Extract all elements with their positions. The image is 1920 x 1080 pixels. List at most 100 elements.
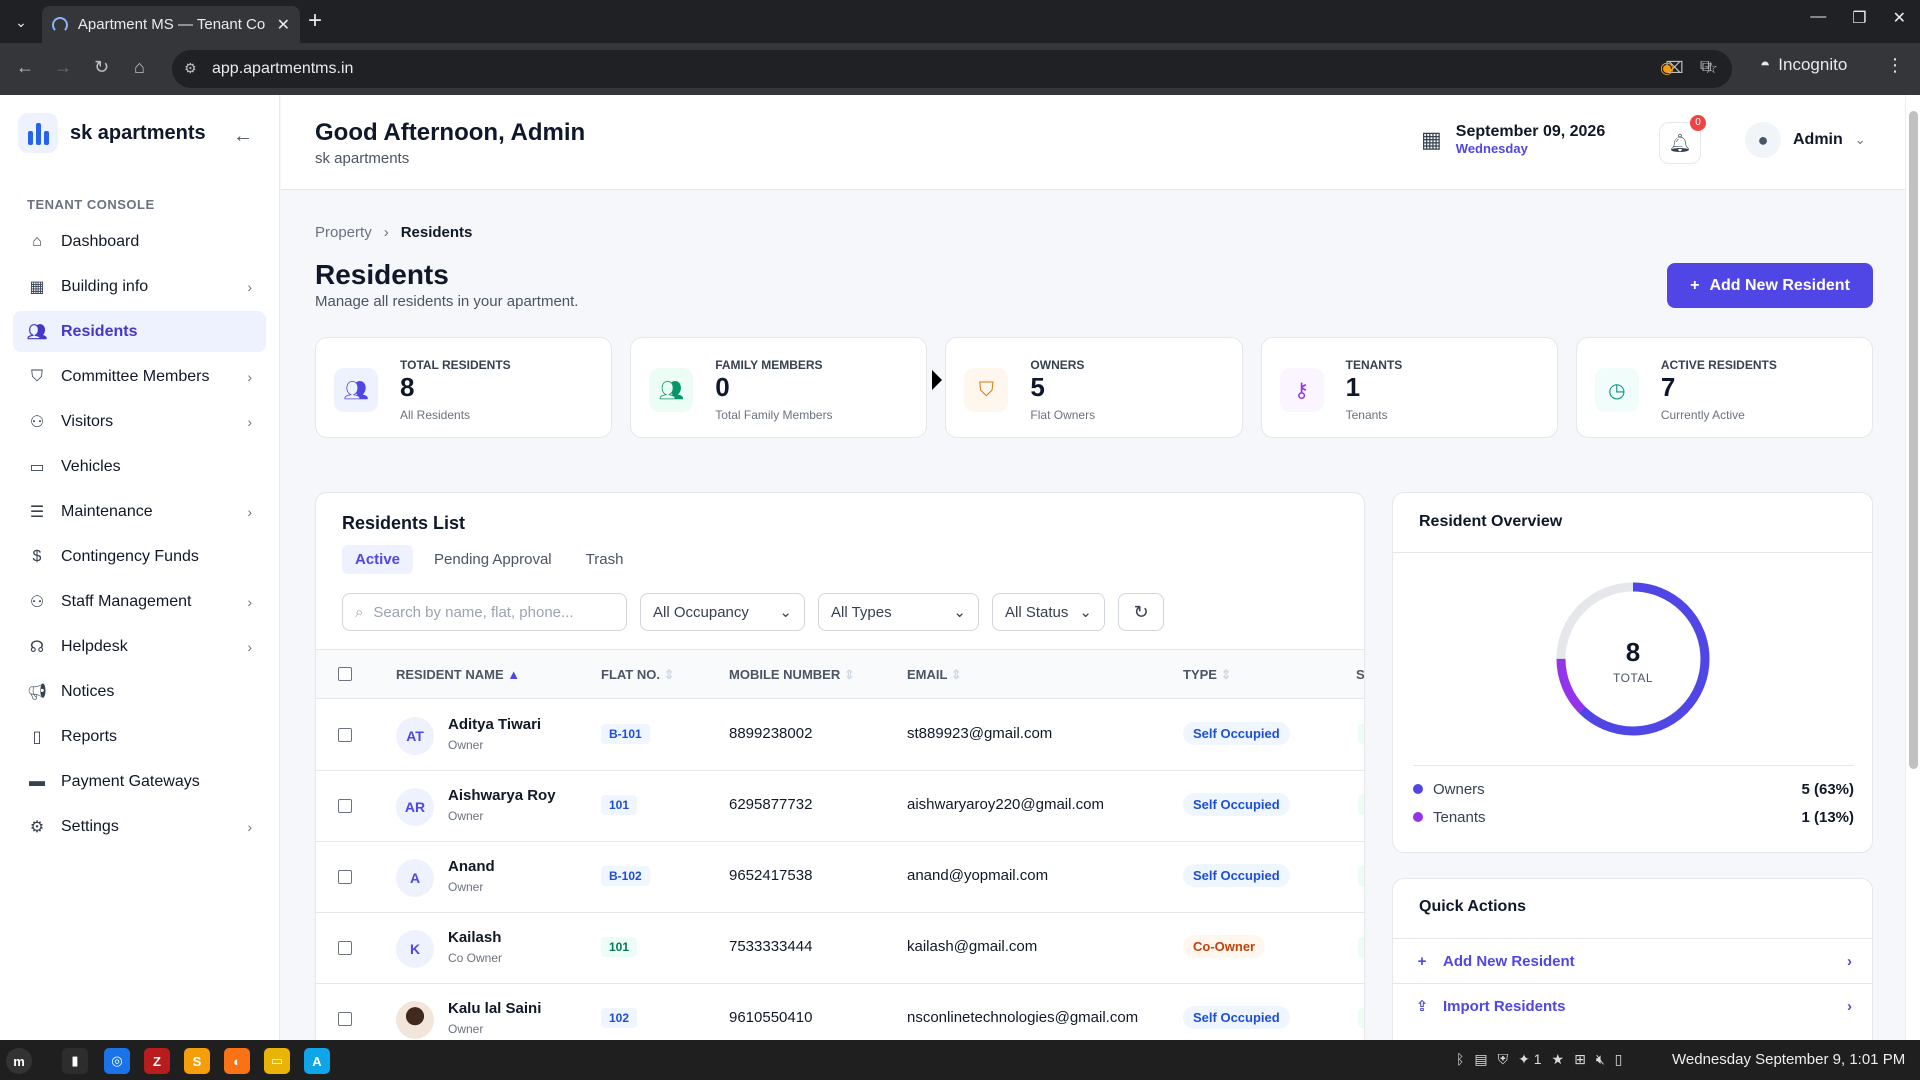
stat-hint: Tenants xyxy=(1345,408,1388,422)
app-icon[interactable]: A xyxy=(304,1048,330,1074)
new-tab-icon[interactable]: + xyxy=(308,8,322,34)
back-arrow-icon[interactable]: ← xyxy=(16,57,34,78)
chevron-right-icon: › xyxy=(247,413,252,430)
search-input[interactable]: ⌕ Search by name, flat, phone... xyxy=(342,593,627,631)
sidebar-item-reports[interactable]: ▯ Reports xyxy=(13,716,266,757)
network-icon[interactable]: ⊞ xyxy=(1574,1051,1586,1068)
sidebar-item-payment-gateways[interactable]: ▬ Payment Gateways xyxy=(13,761,266,802)
clipboard-icon[interactable]: ▤ xyxy=(1474,1051,1487,1068)
chrome-icon[interactable]: ◎ xyxy=(104,1048,130,1074)
row-checkbox[interactable] xyxy=(338,799,352,813)
extension-color-icon[interactable]: ◉ xyxy=(1660,58,1674,78)
column-header-name[interactable]: RESIDENT NAME ▲ xyxy=(396,667,520,682)
type-badge: Self Occupied xyxy=(1183,864,1290,887)
row-checkbox[interactable] xyxy=(338,870,352,884)
donut-total-label: TOTAL xyxy=(1612,671,1654,685)
column-header-mobile[interactable]: MOBILE NUMBER ⇕ xyxy=(729,667,855,683)
site-info-icon[interactable]: ⚙ xyxy=(184,60,197,77)
user-menu[interactable]: ● Admin ⌄ xyxy=(1745,122,1866,158)
stat-hint: Currently Active xyxy=(1660,408,1745,422)
sublime-icon[interactable]: S xyxy=(184,1048,210,1074)
table-row[interactable]: AR Aishwarya Roy Owner 101 6295877732 ai… xyxy=(316,771,1364,842)
row-checkbox[interactable] xyxy=(338,941,352,955)
refresh-button[interactable]: ↻ xyxy=(1118,593,1164,631)
row-checkbox[interactable] xyxy=(338,1012,352,1026)
type-filter-select[interactable]: All Types ⌄ xyxy=(818,593,979,631)
filezilla-icon[interactable]: Z xyxy=(144,1048,170,1074)
column-header-status[interactable]: S xyxy=(1356,667,1364,682)
sidebar-item-vehicles[interactable]: ▭ Vehicles xyxy=(13,446,266,487)
start-menu-icon[interactable]: m xyxy=(6,1048,32,1074)
sidebar-item-settings[interactable]: ⚙ Settings › xyxy=(13,806,266,847)
stat-card-active-residents: ◷ ACTIVE RESIDENTS 7 Currently Active xyxy=(1575,337,1874,438)
page-scrollbar[interactable] xyxy=(1905,95,1920,1040)
tab-pending-approval[interactable]: Pending Approval xyxy=(421,545,565,574)
key-icon: ⚷ xyxy=(1279,368,1324,412)
firefox-icon[interactable]: ◐ xyxy=(224,1048,250,1074)
tab-close-icon[interactable]: ✕ xyxy=(277,15,290,35)
column-header-type[interactable]: TYPE ⇕ xyxy=(1183,667,1232,683)
sidebar-item-contingency-funds[interactable]: $ Contingency Funds xyxy=(13,536,266,577)
residents-list-card: Residents List Active Pending Approval Tra… xyxy=(315,492,1365,1052)
flat-badge: B-102 xyxy=(601,866,650,886)
sidebar-item-committee-members[interactable]: ⛉ Committee Members › xyxy=(13,356,266,397)
resident-name[interactable]: Aishwarya Roy xyxy=(448,787,556,804)
notification-icon[interactable]: ✦ 1 xyxy=(1518,1051,1541,1068)
browser-tab[interactable]: Apartment MS — Tenant Co ✕ xyxy=(42,6,300,43)
scrollbar-thumb[interactable] xyxy=(1909,111,1918,769)
flat-badge: 101 xyxy=(601,937,638,957)
column-header-flat[interactable]: FLAT NO. ⇕ xyxy=(601,667,675,683)
collapse-sidebar-icon[interactable]: ← xyxy=(233,125,253,148)
reload-icon[interactable]: ↻ xyxy=(94,57,109,78)
maximize-icon[interactable]: ❐ xyxy=(1852,8,1866,28)
browser-menu-icon[interactable]: ⋮ xyxy=(1886,55,1904,76)
extensions-puzzle-icon[interactable]: ⧉ xyxy=(1700,58,1711,76)
sidebar-item-staff-management[interactable]: ⚇ Staff Management › xyxy=(13,581,266,622)
table-row[interactable]: AT Aditya Tiwari Owner B-101 8899238002 … xyxy=(316,700,1364,771)
forward-arrow-icon[interactable]: → xyxy=(54,57,72,78)
star-icon[interactable]: ★ xyxy=(1552,1051,1565,1068)
window-close-icon[interactable]: ✕ xyxy=(1893,8,1906,28)
resident-name[interactable]: Anand xyxy=(448,858,495,875)
home-icon[interactable]: ⌂ xyxy=(134,57,145,78)
files-icon[interactable]: ▭ xyxy=(264,1048,290,1074)
address-bar[interactable]: ⚙ app.apartmentms.in ⌧ ☆ xyxy=(172,50,1732,88)
bluetooth-icon[interactable]: ᛒ xyxy=(1456,1051,1464,1068)
tab-active[interactable]: Active xyxy=(342,545,414,574)
sidebar-item-residents[interactable]: 👥︎ Residents xyxy=(13,311,266,352)
sidebar-item-dashboard[interactable]: ⌂ Dashboard xyxy=(13,221,266,262)
staff-icon: ⚇ xyxy=(29,593,45,611)
incognito-indicator[interactable]: ◓ Incognito xyxy=(1760,55,1847,75)
notifications-button[interactable]: 🔔︎ 0 xyxy=(1659,115,1706,164)
sidebar-item-building-info[interactable]: ▦ Building info › xyxy=(13,266,266,307)
taskbar-clock[interactable]: Wednesday September 9, 1:01 PM xyxy=(1672,1051,1905,1068)
resident-name[interactable]: Aditya Tiwari xyxy=(448,716,541,733)
tab-list-chevron-icon[interactable]: ⌄ xyxy=(8,10,34,34)
occupancy-filter-select[interactable]: All Occupancy ⌄ xyxy=(640,593,805,631)
table-row[interactable]: K Kailash Co Owner 101 7533333444 kailas… xyxy=(316,913,1364,984)
sidebar-item-notices[interactable]: 📢︎ Notices xyxy=(13,671,266,712)
tab-trash[interactable]: Trash xyxy=(573,545,637,574)
sidebar-item-helpdesk[interactable]: ☊ Helpdesk › xyxy=(13,626,266,667)
resident-name[interactable]: Kailash xyxy=(448,929,501,946)
quick-action-add-resident[interactable]: + Add New Resident › xyxy=(1393,938,1872,983)
breadcrumb-parent[interactable]: Property xyxy=(315,224,372,241)
minimize-icon[interactable]: — xyxy=(1810,8,1826,28)
battery-icon[interactable]: ▯ xyxy=(1615,1051,1623,1068)
brand[interactable]: sk apartments xyxy=(18,113,206,153)
select-all-checkbox[interactable] xyxy=(338,667,352,681)
resident-name[interactable]: Kalu lal Saini xyxy=(448,1000,541,1017)
shield-icon[interactable]: ⛨ xyxy=(1498,1051,1509,1068)
status-filter-select[interactable]: All Status ⌄ xyxy=(992,593,1105,631)
status-badge xyxy=(1358,937,1364,957)
sidebar-item-visitors[interactable]: ⚇ Visitors › xyxy=(13,401,266,442)
table-row[interactable]: A Anand Owner B-102 9652417538 anand@yop… xyxy=(316,842,1364,913)
sidebar-item-maintenance[interactable]: ☰ Maintenance › xyxy=(13,491,266,532)
column-header-email[interactable]: EMAIL ⇕ xyxy=(907,667,962,683)
terminal-icon[interactable]: ▮ xyxy=(62,1048,88,1074)
row-checkbox[interactable] xyxy=(338,728,352,742)
volume-icon[interactable]: 🔇︎ xyxy=(1596,1051,1605,1068)
type-badge: Self Occupied xyxy=(1183,793,1290,816)
quick-action-import-residents[interactable]: ⇪ Import Residents › xyxy=(1393,983,1872,1028)
add-new-resident-button[interactable]: + Add New Resident xyxy=(1667,263,1873,308)
